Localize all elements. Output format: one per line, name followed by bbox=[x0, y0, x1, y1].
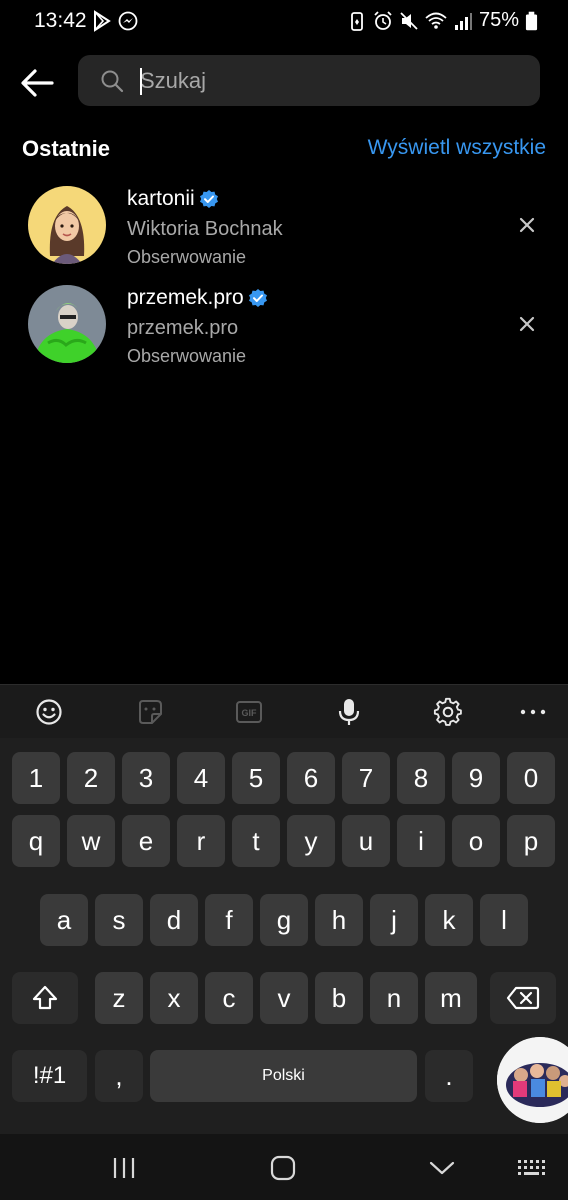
key[interactable]: e bbox=[122, 815, 170, 867]
key[interactable]: 1 bbox=[12, 752, 60, 804]
keyboard-toolbar: GIF bbox=[0, 684, 568, 738]
key[interactable]: 9 bbox=[452, 752, 500, 804]
remove-recent-button[interactable] bbox=[514, 212, 540, 238]
key[interactable]: a bbox=[40, 894, 88, 946]
search-icon bbox=[101, 70, 124, 93]
verified-badge-icon bbox=[199, 190, 218, 208]
key[interactable]: k bbox=[425, 894, 473, 946]
key[interactable]: q bbox=[12, 815, 60, 867]
key[interactable]: 7 bbox=[342, 752, 390, 804]
key[interactable]: y bbox=[287, 815, 335, 867]
key[interactable]: t bbox=[232, 815, 280, 867]
gif-icon[interactable]: GIF bbox=[234, 697, 264, 727]
shift-key[interactable] bbox=[12, 972, 78, 1024]
key[interactable]: f bbox=[205, 894, 253, 946]
key[interactable]: u bbox=[342, 815, 390, 867]
alarm-icon bbox=[374, 10, 392, 30]
avatar-image bbox=[28, 285, 106, 363]
key[interactable]: s bbox=[95, 894, 143, 946]
system-navigation-bar bbox=[0, 1134, 568, 1200]
key[interactable]: n bbox=[370, 972, 418, 1024]
backspace-icon bbox=[506, 986, 540, 1010]
key[interactable]: o bbox=[452, 815, 500, 867]
shift-icon bbox=[32, 985, 58, 1010]
status-bar: 13:42 75% bbox=[0, 0, 568, 44]
back-button[interactable] bbox=[18, 62, 60, 104]
battery-icon bbox=[525, 11, 538, 30]
verified-badge-icon bbox=[248, 289, 267, 307]
messenger-icon bbox=[118, 11, 138, 31]
recent-section-title: Ostatnie bbox=[22, 136, 111, 161]
sticker-icon[interactable] bbox=[135, 697, 165, 727]
relation-status: Obserwowanie bbox=[127, 247, 247, 267]
key[interactable]: 3 bbox=[122, 752, 170, 804]
key[interactable]: d bbox=[150, 894, 198, 946]
key[interactable]: h bbox=[315, 894, 363, 946]
key[interactable]: 2 bbox=[67, 752, 115, 804]
symbols-key[interactable]: !#1 bbox=[12, 1050, 87, 1102]
key[interactable]: l bbox=[480, 894, 528, 946]
key[interactable]: 4 bbox=[177, 752, 225, 804]
keyboard-switch-icon[interactable] bbox=[516, 1154, 546, 1182]
key[interactable]: g bbox=[260, 894, 308, 946]
text-cursor bbox=[140, 68, 142, 95]
backspace-key[interactable] bbox=[490, 972, 556, 1024]
key[interactable]: m bbox=[425, 972, 477, 1024]
microphone-icon[interactable] bbox=[334, 697, 364, 727]
status-time: 13:42 bbox=[34, 9, 87, 32]
battery-level: 75% bbox=[478, 9, 519, 31]
key[interactable]: x bbox=[150, 972, 198, 1024]
close-icon bbox=[519, 217, 535, 233]
settings-icon[interactable] bbox=[433, 697, 463, 727]
more-icon[interactable] bbox=[518, 697, 548, 727]
full-name: przemek.pro bbox=[127, 317, 239, 339]
wifi-icon bbox=[425, 12, 447, 29]
comma-key[interactable]: , bbox=[95, 1050, 143, 1102]
period-key[interactable]: . bbox=[425, 1050, 473, 1102]
recent-apps-icon[interactable] bbox=[109, 1154, 139, 1182]
key[interactable]: j bbox=[370, 894, 418, 946]
space-key[interactable]: Polski bbox=[150, 1050, 417, 1102]
svg-text:GIF: GIF bbox=[242, 708, 258, 718]
close-icon bbox=[519, 316, 535, 332]
on-screen-keyboard: GIF 1 2 3 4 5 6 7 8 9 0 q w e r t y u i … bbox=[0, 684, 568, 1200]
home-icon[interactable] bbox=[268, 1154, 298, 1182]
recent-item[interactable]: przemek.pro przemek.pro Obserwowanie bbox=[0, 278, 568, 374]
avatar[interactable] bbox=[28, 186, 106, 264]
emoji-icon[interactable] bbox=[34, 697, 64, 727]
search-input[interactable] bbox=[140, 65, 520, 97]
key[interactable]: w bbox=[67, 815, 115, 867]
battery-saver-icon bbox=[351, 11, 363, 31]
username: przemek.pro bbox=[127, 286, 244, 309]
search-box[interactable] bbox=[78, 55, 540, 106]
remove-recent-button[interactable] bbox=[514, 311, 540, 337]
key[interactable]: 5 bbox=[232, 752, 280, 804]
signal-icon bbox=[454, 12, 472, 30]
relation-status: Obserwowanie bbox=[127, 346, 247, 366]
key[interactable]: c bbox=[205, 972, 253, 1024]
full-name: Wiktoria Bochnak bbox=[127, 218, 283, 240]
key[interactable]: z bbox=[95, 972, 143, 1024]
avatar-image bbox=[28, 186, 106, 264]
username: kartonii bbox=[127, 187, 195, 210]
mute-icon bbox=[400, 11, 418, 30]
key[interactable]: 6 bbox=[287, 752, 335, 804]
key[interactable]: 8 bbox=[397, 752, 445, 804]
key[interactable]: 0 bbox=[507, 752, 555, 804]
key[interactable]: b bbox=[315, 972, 363, 1024]
play-store-icon bbox=[94, 10, 111, 32]
arrow-left-icon bbox=[21, 69, 54, 97]
recent-item[interactable]: kartonii Wiktoria Bochnak Obserwowanie bbox=[0, 178, 568, 274]
key[interactable]: v bbox=[260, 972, 308, 1024]
chevron-down-icon[interactable] bbox=[427, 1154, 457, 1182]
key[interactable]: p bbox=[507, 815, 555, 867]
key[interactable]: r bbox=[177, 815, 225, 867]
key[interactable]: i bbox=[397, 815, 445, 867]
avatar[interactable] bbox=[28, 285, 106, 363]
see-all-link[interactable]: Wyświetl wszystkie bbox=[368, 136, 546, 160]
